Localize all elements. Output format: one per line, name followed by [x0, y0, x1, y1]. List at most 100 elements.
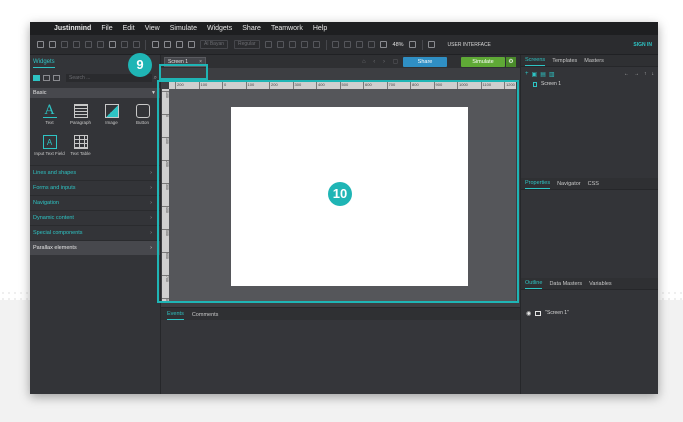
basic-section-header[interactable]: Basic ▼: [30, 88, 160, 98]
zoom-dropdown-icon[interactable]: [409, 41, 417, 48]
widgets-panel: Widgets Search ... ⌕ Basic ▼ A Text Para…: [30, 55, 161, 394]
tab-screens[interactable]: Screens: [525, 57, 546, 66]
pointer-icon[interactable]: [151, 41, 159, 48]
menu-widgets[interactable]: Widgets: [207, 25, 232, 32]
paragraph-icon: [73, 104, 88, 118]
arrange-icon[interactable]: [380, 41, 388, 48]
font-family-select[interactable]: Al Bayan: [200, 40, 229, 49]
paste-icon[interactable]: [108, 41, 116, 48]
eraser-icon[interactable]: [187, 41, 195, 48]
export-icon[interactable]: [72, 41, 80, 48]
category-navigation[interactable]: Navigation ›: [30, 195, 160, 210]
bold-icon[interactable]: [277, 41, 285, 48]
tab-css[interactable]: CSS: [588, 181, 599, 189]
add-folder-icon[interactable]: ▣: [532, 71, 538, 78]
menu-view[interactable]: View: [145, 25, 160, 32]
tab-masters[interactable]: Masters: [584, 58, 604, 66]
zoom-level[interactable]: 48%: [393, 42, 404, 48]
eye-icon[interactable]: ◉: [526, 310, 531, 317]
font-style-select[interactable]: Regular: [234, 40, 260, 49]
library-icon[interactable]: [33, 75, 40, 81]
widget-paragraph[interactable]: Paragraph: [65, 104, 96, 132]
widget-label: Button: [135, 120, 149, 125]
open-folder-icon[interactable]: [48, 41, 56, 48]
input-text-icon: A: [42, 135, 57, 149]
tab-outline[interactable]: Outline: [525, 280, 543, 289]
save-icon[interactable]: [60, 41, 68, 48]
category-special-components[interactable]: Special components ›: [30, 225, 160, 240]
widget-label: Text: [45, 120, 54, 125]
grid-view-icon[interactable]: [43, 75, 50, 81]
widget-button[interactable]: Button: [127, 104, 158, 132]
category-label: Forms and inputs: [33, 185, 76, 191]
sign-in-link[interactable]: SIGN IN: [633, 42, 652, 48]
widget-label: Input Text Field: [34, 151, 65, 156]
align-icon[interactable]: [313, 41, 321, 48]
zoom-tool-icon[interactable]: [163, 41, 171, 48]
basic-section-label: Basic: [33, 90, 47, 96]
history-nav-icons[interactable]: ⌂ ‹ › ▢: [362, 58, 401, 65]
copy-icon[interactable]: [96, 41, 104, 48]
category-lines-and-shapes[interactable]: Lines and shapes ›: [30, 165, 160, 180]
opacity-icon[interactable]: [368, 41, 376, 48]
widget-text[interactable]: A Text: [34, 104, 65, 132]
tab-widgets[interactable]: Widgets: [33, 59, 55, 68]
menu-share[interactable]: Share: [242, 25, 261, 32]
ui-mode-select[interactable]: USER INTERFACE: [448, 42, 491, 48]
category-label: Navigation: [33, 200, 59, 206]
events-panel-tabs: Events Comments: [161, 308, 520, 320]
delete-icon[interactable]: ▥: [549, 71, 555, 78]
add-screen-icon[interactable]: +: [525, 71, 529, 77]
simulate-button[interactable]: Simulate: [461, 57, 505, 67]
tab-data-masters[interactable]: Data Masters: [549, 281, 582, 289]
menu-help[interactable]: Help: [313, 25, 327, 32]
text-icon: A: [42, 104, 57, 118]
arrow-up-icon[interactable]: ↑: [644, 71, 647, 77]
cut-icon[interactable]: [84, 41, 92, 48]
widget-input-text-field[interactable]: A Input Text Field: [34, 135, 65, 163]
tab-navigator[interactable]: Navigator: [557, 181, 581, 189]
duplicate-icon[interactable]: ▤: [540, 71, 546, 78]
search-icon[interactable]: [428, 41, 436, 48]
list-view-icon[interactable]: [53, 75, 60, 81]
screen-item-label: Screen 1: [541, 81, 562, 87]
redo-icon[interactable]: [132, 41, 140, 48]
share-button[interactable]: Share: [403, 57, 447, 67]
text-color-icon[interactable]: [332, 41, 340, 48]
menu-file[interactable]: File: [101, 25, 112, 32]
tab-events[interactable]: Events: [167, 311, 184, 320]
border-icon[interactable]: [356, 41, 364, 48]
tab-variables[interactable]: Variables: [589, 281, 612, 289]
screen-list-item[interactable]: Screen 1: [521, 79, 658, 89]
category-label: Parallax elements: [33, 245, 77, 251]
tab-properties[interactable]: Properties: [525, 180, 551, 189]
image-icon: [104, 104, 119, 118]
undo-icon[interactable]: [120, 41, 128, 48]
italic-icon[interactable]: [289, 41, 297, 48]
widget-image[interactable]: Image: [96, 104, 127, 132]
menu-edit[interactable]: Edit: [123, 25, 135, 32]
format-painter-icon[interactable]: [175, 41, 183, 48]
events-panel: Events Comments: [161, 307, 520, 394]
simulate-options-icon[interactable]: ⚙: [506, 57, 516, 67]
menu-teamwork[interactable]: Teamwork: [271, 25, 303, 32]
category-dynamic-content[interactable]: Dynamic content ›: [30, 210, 160, 225]
category-forms-and-inputs[interactable]: Forms and inputs ›: [30, 180, 160, 195]
new-file-icon[interactable]: [36, 41, 44, 48]
outline-item-screen[interactable]: ◉ "Screen 1": [521, 308, 658, 318]
chevron-right-icon: ›: [150, 185, 152, 191]
widget-text-table[interactable]: Text Table: [65, 135, 96, 163]
arrow-left-icon[interactable]: ←: [624, 71, 629, 77]
menu-simulate[interactable]: Simulate: [170, 25, 197, 32]
app-name-menu[interactable]: Justinmind: [54, 25, 91, 32]
underline-icon[interactable]: [301, 41, 309, 48]
font-size-icon[interactable]: [265, 41, 273, 48]
callout-badge-10: 10: [328, 182, 352, 206]
toolbar-divider: [325, 39, 327, 50]
fill-color-icon[interactable]: [344, 41, 352, 48]
tab-templates[interactable]: Templates: [552, 58, 577, 66]
category-parallax-elements[interactable]: Parallax elements ›: [30, 240, 160, 255]
arrow-down-icon[interactable]: ↓: [652, 71, 655, 77]
arrow-right-icon[interactable]: →: [634, 71, 639, 77]
tab-comments[interactable]: Comments: [192, 312, 219, 320]
